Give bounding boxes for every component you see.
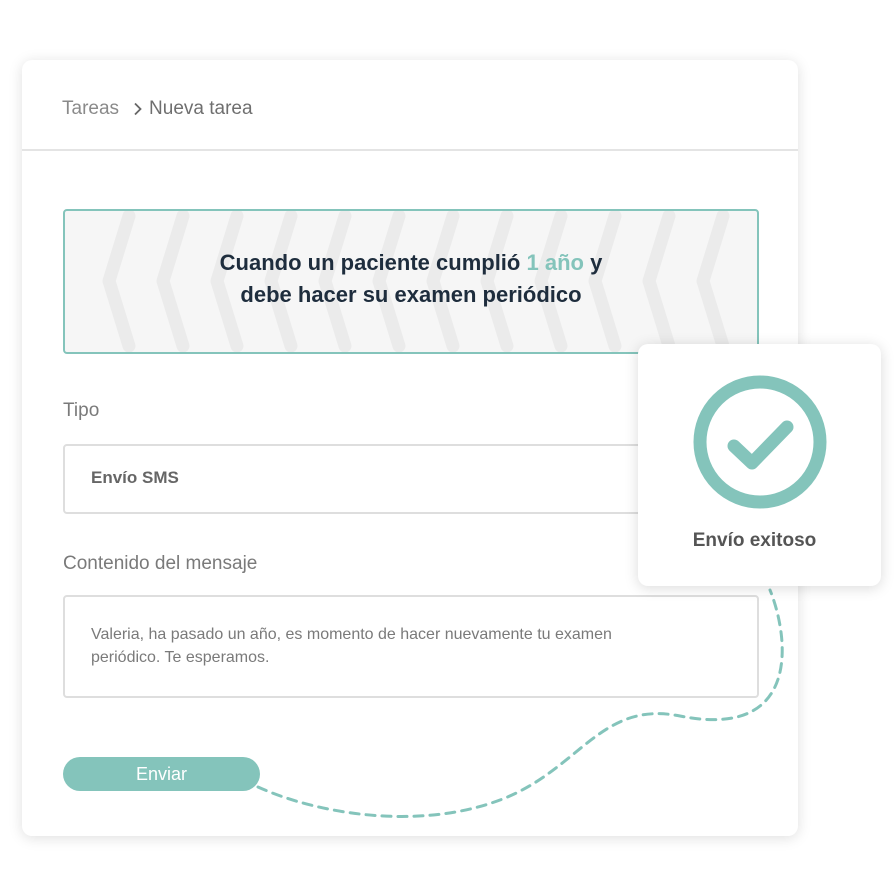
mensaje-textarea[interactable]: Valeria, ha pasado un año, es momento de…	[63, 595, 759, 698]
success-toast: Envío exitoso	[638, 344, 881, 586]
trigger-banner: Cuando un paciente cumplió 1 año y debe …	[63, 209, 759, 354]
chevron-right-icon	[133, 102, 143, 116]
send-button[interactable]: Enviar	[63, 757, 260, 791]
trigger-description: Cuando un paciente cumplió 1 año y debe …	[65, 247, 757, 311]
mensaje-label: Contenido del mensaje	[63, 553, 258, 574]
mensaje-textarea-value: Valeria, ha pasado un año, es momento de…	[91, 626, 612, 666]
trigger-highlight: 1 año	[526, 250, 584, 275]
check-circle-icon	[693, 375, 827, 509]
tipo-select-value: Envío SMS	[91, 468, 179, 487]
tipo-label: Tipo	[63, 400, 100, 421]
trigger-text-end: y	[590, 250, 603, 275]
breadcrumb: Tareas Nueva tarea	[62, 96, 253, 122]
trigger-line-2: debe hacer su examen periódico	[240, 282, 582, 307]
breadcrumb-current: Nueva tarea	[149, 98, 253, 119]
trigger-text-start: Cuando un paciente cumplió	[219, 250, 521, 275]
toast-message: Envío exitoso	[692, 530, 817, 551]
header-divider	[22, 149, 798, 151]
trigger-line-1: Cuando un paciente cumplió 1 año y	[65, 247, 757, 279]
breadcrumb-tareas-link[interactable]: Tareas	[62, 98, 119, 120]
